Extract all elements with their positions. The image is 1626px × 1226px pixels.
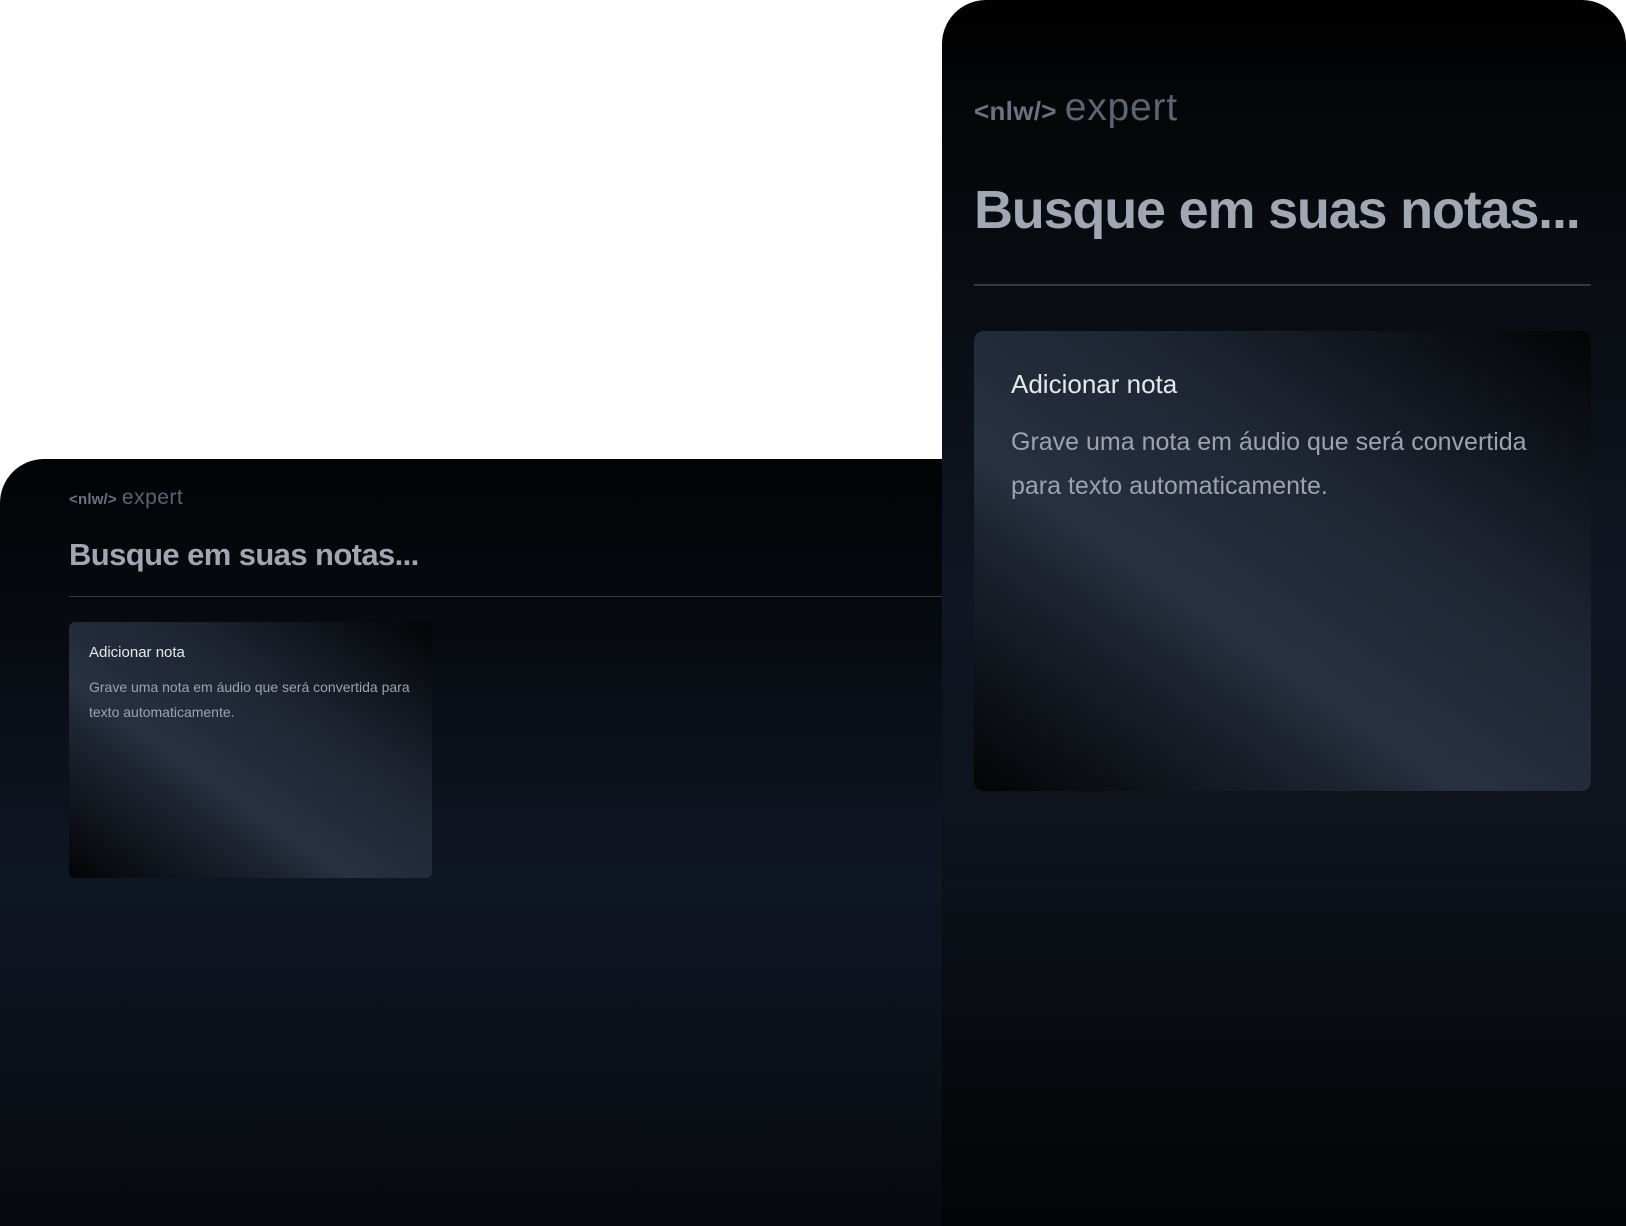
add-note-description: Grave uma nota em áudio que será convert… bbox=[89, 679, 410, 720]
divider bbox=[974, 284, 1591, 286]
divider bbox=[69, 596, 960, 597]
search-input[interactable] bbox=[974, 174, 1624, 246]
add-note-title: Adicionar nota bbox=[89, 644, 185, 661]
add-note-card[interactable]: Adicionar nota Grave uma nota em áudio q… bbox=[974, 331, 1591, 791]
logo-expert-text: expert bbox=[1064, 86, 1178, 129]
add-note-description: Grave uma nota em áudio que será convert… bbox=[1011, 428, 1527, 500]
app-logo: <nlw/> expert bbox=[69, 486, 183, 510]
logo-nlw-text: <nlw/> bbox=[974, 96, 1057, 126]
logo-nlw-text: <nlw/> bbox=[69, 491, 117, 508]
logo-expert-text: expert bbox=[121, 486, 184, 509]
add-note-card[interactable]: Adicionar nota Grave uma nota em áudio q… bbox=[69, 622, 432, 878]
add-note-title: Adicionar nota bbox=[1011, 369, 1178, 399]
search-input[interactable] bbox=[69, 535, 949, 575]
desktop-mockup: <nlw/> expert Adicionar nota Grave uma n… bbox=[0, 459, 960, 1226]
mobile-mockup: <nlw/> expert Adicionar nota Grave uma n… bbox=[942, 0, 1626, 1226]
app-logo: <nlw/> expert bbox=[974, 86, 1178, 130]
